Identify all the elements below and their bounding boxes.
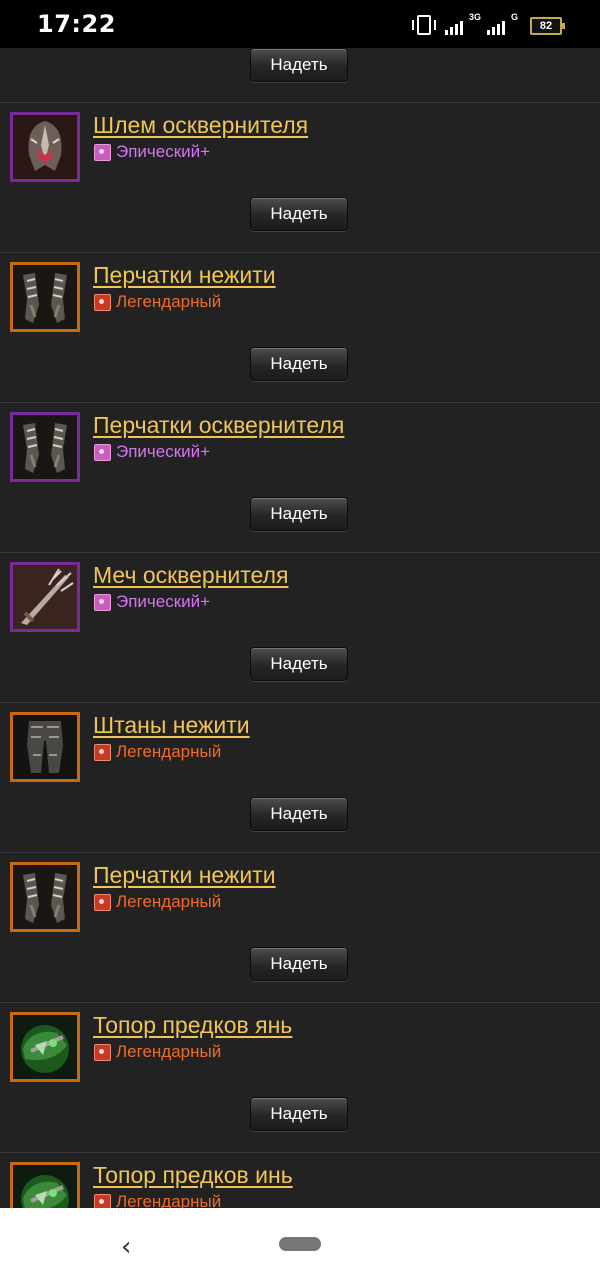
status-icons: 3G G 82 [411, 12, 565, 35]
back-icon[interactable]: ‹ [121, 1232, 131, 1262]
item-name-link[interactable]: Топор предков инь [93, 1162, 293, 1189]
item-name-link[interactable]: Штаны нежити [93, 712, 250, 739]
rarity-badge: Легендарный [94, 292, 221, 312]
equip-button[interactable]: Надеть [250, 947, 348, 981]
item-name-link[interactable]: Топор предков янь [93, 1012, 292, 1039]
helmet-icon [13, 115, 77, 179]
rarity-icon [94, 593, 111, 611]
inventory-list[interactable]: Надеть Шлем осквернителя Эпический+ Надеть… [0, 48, 600, 1208]
list-item-partial: Надеть [0, 48, 600, 103]
equip-button[interactable]: Надеть [250, 48, 348, 82]
axe-icon [13, 1165, 77, 1208]
rarity-icon [94, 743, 111, 761]
rarity-badge: Эпический+ [94, 592, 210, 612]
rarity-badge: Эпический+ [94, 142, 210, 162]
item-name-link[interactable]: Перчатки осквернителя [93, 412, 344, 439]
equip-button[interactable]: Надеть [250, 197, 348, 231]
vibrate-icon [411, 15, 436, 35]
signal-icon [444, 21, 463, 35]
equip-button[interactable]: Надеть [250, 497, 348, 531]
list-item: Перчатки нежити Легендарный Надеть [0, 853, 600, 1003]
rarity-icon [94, 893, 111, 911]
rarity-label: Эпический+ [116, 142, 211, 161]
item-thumbnail[interactable] [10, 562, 80, 632]
rarity-badge: Легендарный [94, 742, 221, 762]
rarity-label: Эпический+ [116, 442, 211, 461]
rarity-label: Легендарный [116, 1192, 222, 1208]
rarity-label: Легендарный [116, 742, 222, 761]
item-thumbnail[interactable] [10, 1012, 80, 1082]
equip-button[interactable]: Надеть [250, 1097, 348, 1131]
item-thumbnail[interactable] [10, 412, 80, 482]
rarity-label: Легендарный [116, 892, 222, 911]
item-name-link[interactable]: Перчатки нежити [93, 862, 276, 889]
pants-icon [13, 715, 77, 779]
item-thumbnail[interactable] [10, 862, 80, 932]
equip-button[interactable]: Надеть [250, 347, 348, 381]
rarity-badge: Легендарный [94, 1192, 221, 1208]
list-item: Меч осквернителя Эпический+ Надеть [0, 553, 600, 703]
list-item: Перчатки осквернителя Эпический+ Надеть [0, 403, 600, 553]
item-name-link[interactable]: Меч осквернителя [93, 562, 288, 589]
gloves-icon [13, 415, 77, 479]
rarity-label: Легендарный [116, 1042, 222, 1061]
item-name-link[interactable]: Перчатки нежити [93, 262, 276, 289]
rarity-icon [94, 443, 111, 461]
item-thumbnail[interactable] [10, 262, 80, 332]
equip-button[interactable]: Надеть [250, 797, 348, 831]
rarity-badge: Легендарный [94, 1042, 221, 1062]
list-item: Шлем осквернителя Эпический+ Надеть [0, 103, 600, 253]
status-bar: 17:22 3G G 82 [0, 0, 600, 48]
list-item: Топор предков иньЛегендарныйНадеть [0, 1153, 600, 1208]
rarity-icon [94, 1043, 111, 1061]
item-thumbnail[interactable] [10, 712, 80, 782]
rarity-icon [94, 1193, 111, 1208]
navigation-bar: ‹ [0, 1208, 600, 1280]
home-pill[interactable] [279, 1237, 321, 1251]
signal-icon [486, 21, 505, 35]
rarity-icon [94, 143, 111, 161]
list-item: Топор предков янь Легендарный Надеть [0, 1003, 600, 1153]
network-type-1: 3G [468, 12, 481, 22]
list-item: Перчатки нежити Легендарный Надеть [0, 253, 600, 403]
rarity-icon [94, 293, 111, 311]
rarity-label: Легендарный [116, 292, 222, 311]
item-thumbnail[interactable] [10, 112, 80, 182]
equip-button[interactable]: Надеть [250, 647, 348, 681]
rarity-badge: Легендарный [94, 892, 221, 912]
battery-icon: 82 [530, 17, 565, 35]
gloves-icon [13, 865, 77, 929]
sword-icon [13, 565, 77, 629]
list-item: Штаны нежити Легендарный Надеть [0, 703, 600, 853]
gloves-icon [13, 265, 77, 329]
network-type-2: G [510, 12, 518, 22]
axe-icon [13, 1015, 77, 1079]
item-name-link[interactable]: Шлем осквернителя [93, 112, 308, 139]
clock: 17:22 [37, 10, 116, 38]
rarity-badge: Эпический+ [94, 442, 210, 462]
rarity-label: Эпический+ [116, 592, 211, 611]
item-thumbnail[interactable] [10, 1162, 80, 1208]
